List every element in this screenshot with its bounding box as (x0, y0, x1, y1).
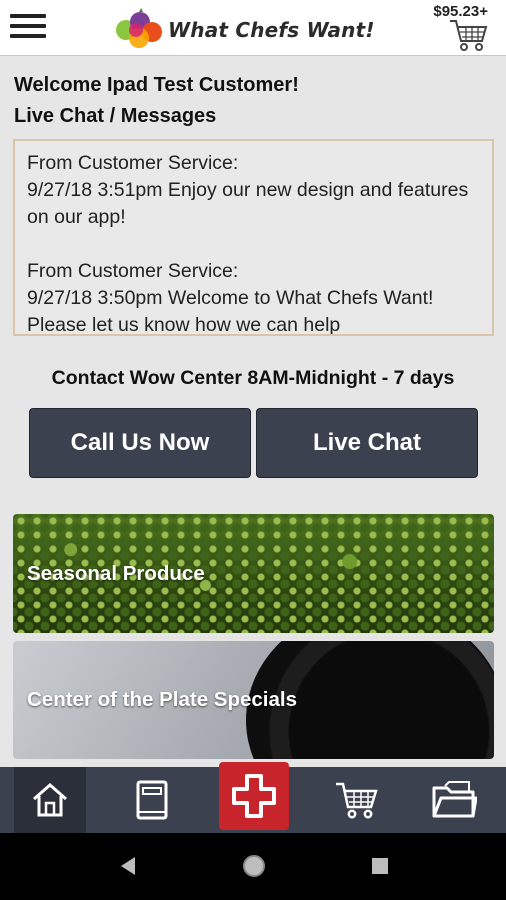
message-sender: From Customer Service: (27, 260, 239, 282)
orders-icon (432, 781, 477, 818)
nav-cart[interactable] (320, 767, 392, 833)
logo-mark-icon (116, 8, 162, 48)
home-circle-icon[interactable] (241, 853, 267, 879)
back-icon[interactable] (118, 855, 138, 877)
menu-icon[interactable] (10, 12, 46, 40)
recents-icon[interactable] (371, 857, 389, 875)
nav-quick-add[interactable] (219, 762, 289, 830)
call-us-button[interactable]: Call Us Now (29, 408, 251, 478)
add-icon (232, 774, 276, 818)
app-header: What Chefs Want! $95.23+ (0, 0, 506, 56)
brand-logo[interactable]: What Chefs Want! (112, 8, 375, 52)
home-icon (33, 783, 67, 817)
catalog-icon (136, 780, 168, 820)
message-body: 9/27/18 3:51pm Enjoy our new design and … (27, 179, 469, 228)
nav-home[interactable] (14, 767, 86, 833)
system-nav-bar (0, 833, 506, 900)
live-chat-title: Live Chat / Messages (14, 105, 217, 127)
message-item: From Customer Service: 9/27/18 3:50pm We… (27, 258, 480, 336)
bottom-nav (0, 762, 506, 833)
brand-name: What Chefs Want! (168, 18, 375, 42)
cart-icon[interactable] (448, 18, 488, 52)
welcome-heading: Welcome Ipad Test Customer! (14, 74, 299, 96)
cart-icon (336, 782, 378, 819)
nav-catalog[interactable] (116, 767, 188, 833)
messages-panel[interactable]: From Customer Service: 9/27/18 3:51pm En… (13, 139, 494, 336)
contact-hours: Contact Wow Center 8AM-Midnight - 7 days (51, 367, 455, 389)
live-chat-button[interactable]: Live Chat (256, 408, 478, 478)
seasonal-produce-banner[interactable]: Seasonal Produce (13, 514, 494, 633)
banner-label: Seasonal Produce (27, 562, 205, 585)
center-plate-banner[interactable]: Center of the Plate Specials (13, 641, 494, 759)
nav-orders[interactable] (418, 767, 490, 833)
banner-label: Center of the Plate Specials (27, 688, 298, 711)
message-sender: From Customer Service: (27, 152, 239, 174)
message-body: 9/27/18 3:50pm Welcome to What Chefs Wan… (27, 287, 434, 336)
message-item: From Customer Service: 9/27/18 3:51pm En… (27, 150, 480, 231)
